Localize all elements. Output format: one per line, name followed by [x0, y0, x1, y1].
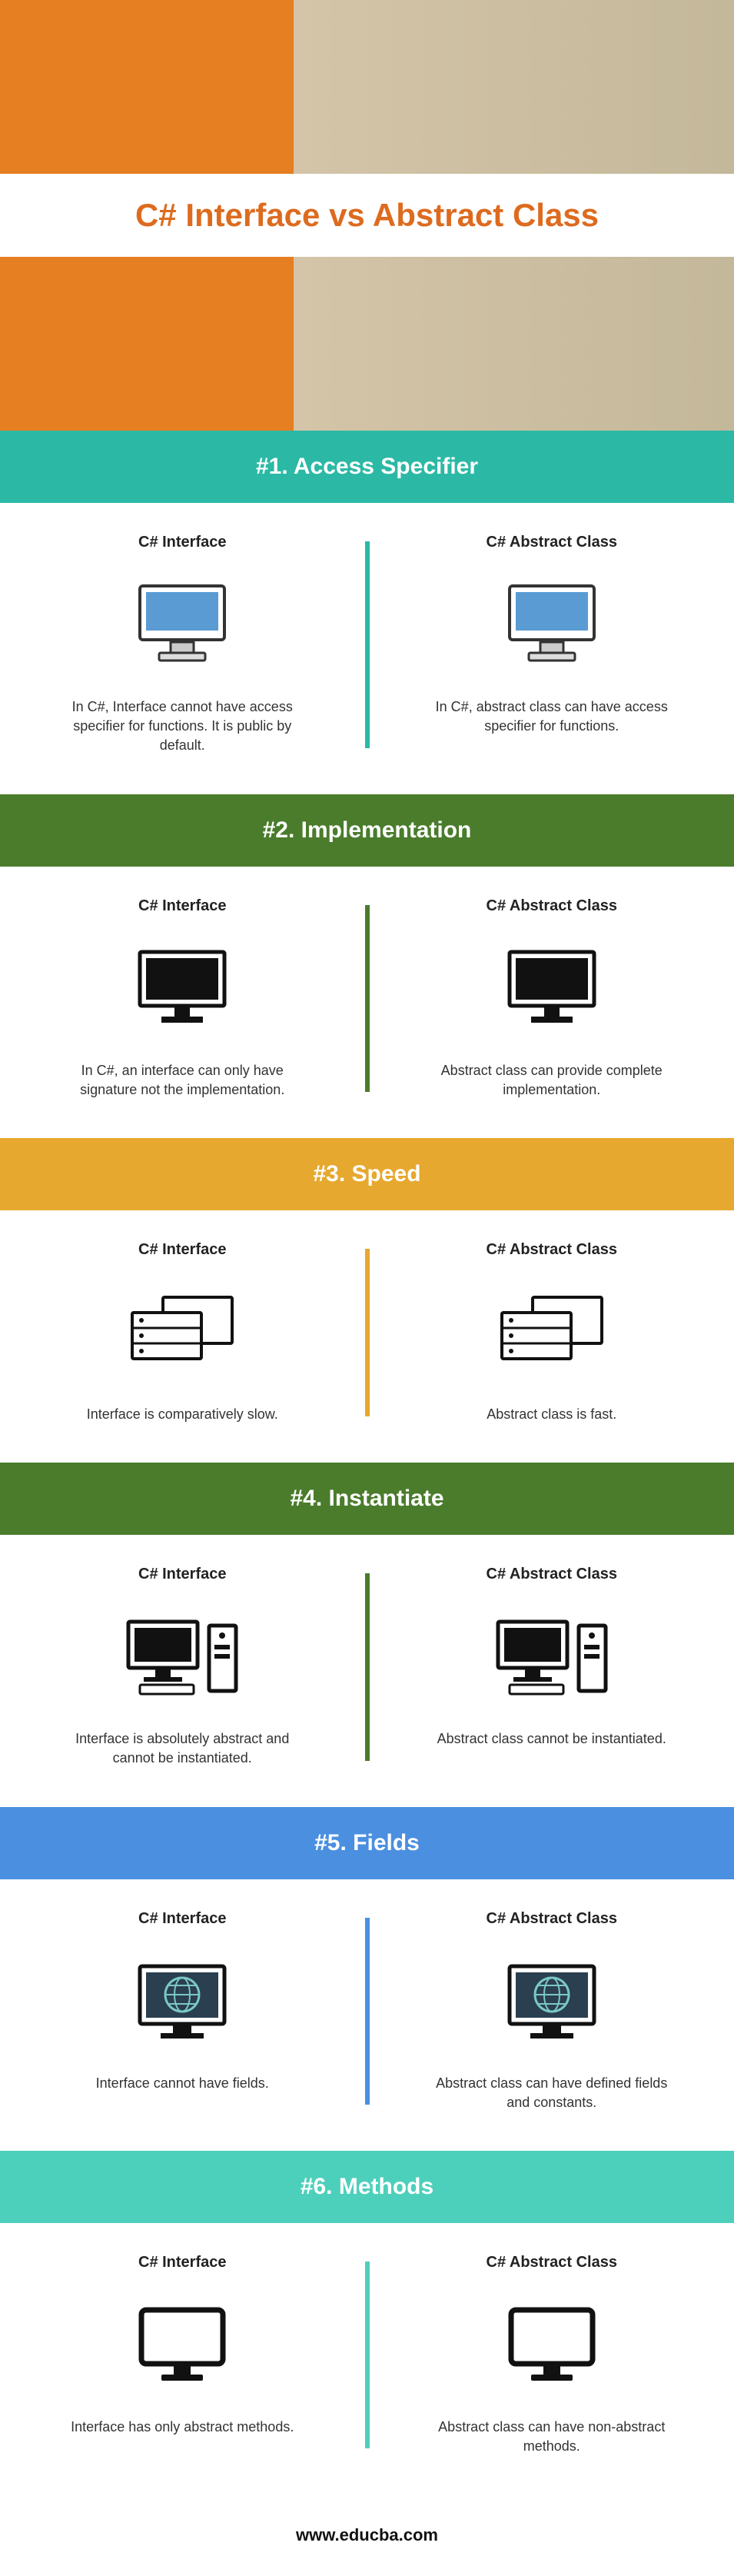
right-col-desc: Abstract class is fast. [429, 1405, 675, 1424]
right-column: C# Abstract Class Abstract class can pro… [370, 897, 734, 1100]
section-header: #4. Instantiate [0, 1463, 734, 1535]
section-header: #6. Methods [0, 2151, 734, 2223]
section-header: #2. Implementation [0, 794, 734, 867]
right-col-desc: In C#, abstract class can have access sp… [429, 697, 675, 736]
computer-icon [408, 574, 696, 674]
hero-banner: C# Interface vs Abstract Class [0, 0, 734, 431]
compare-row: C# Interface Interface has only abstract… [0, 2223, 734, 2494]
computer-icon [38, 1606, 327, 1706]
hero-title-strip: C# Interface vs Abstract Class [0, 174, 734, 257]
computer-icon [38, 574, 327, 674]
right-col-desc: Abstract class can have non-abstract met… [429, 2418, 675, 2456]
right-column: C# Abstract Class In C#, abstract class … [370, 534, 734, 756]
left-column: C# Interface In C#, an interface can onl… [0, 897, 365, 1100]
left-col-desc: In C#, Interface cannot have access spec… [59, 697, 305, 756]
computer-icon [408, 1606, 696, 1706]
left-col-desc: Interface is absolutely abstract and can… [59, 1729, 305, 1768]
left-col-title: C# Interface [38, 2254, 327, 2271]
compare-row: C# Interface In C#, an interface can onl… [0, 867, 734, 1138]
computer-icon [408, 2295, 696, 2395]
computer-icon [38, 2295, 327, 2395]
left-col-desc: Interface has only abstract methods. [59, 2418, 305, 2437]
right-col-title: C# Abstract Class [408, 1566, 696, 1583]
compare-row: C# Interface Interface is comparatively … [0, 1210, 734, 1463]
left-col-desc: In C#, an interface can only have signat… [59, 1061, 305, 1100]
computer-icon [408, 1282, 696, 1382]
right-col-title: C# Abstract Class [408, 897, 696, 915]
right-col-title: C# Abstract Class [408, 1241, 696, 1259]
computer-icon [408, 938, 696, 1038]
page-title: C# Interface vs Abstract Class [31, 197, 703, 234]
left-col-title: C# Interface [38, 1566, 327, 1583]
right-column: C# Abstract Class Abstract class cannot … [370, 1566, 734, 1768]
right-col-desc: Abstract class can have defined fields a… [429, 2074, 675, 2112]
right-col-title: C# Abstract Class [408, 2254, 696, 2271]
section-header: #3. Speed [0, 1138, 734, 1210]
left-col-desc: Interface cannot have fields. [59, 2074, 305, 2093]
left-column: C# Interface Interface cannot have field… [0, 1910, 365, 2112]
left-col-title: C# Interface [38, 1241, 327, 1259]
compare-row: C# Interface In C#, Interface cannot hav… [0, 503, 734, 794]
right-col-title: C# Abstract Class [408, 534, 696, 551]
section-header: #5. Fields [0, 1807, 734, 1879]
left-column: C# Interface Interface is comparatively … [0, 1241, 365, 1424]
left-column: C# Interface In C#, Interface cannot hav… [0, 534, 365, 756]
computer-icon [408, 1951, 696, 2051]
left-column: C# Interface Interface is absolutely abs… [0, 1566, 365, 1768]
computer-icon [38, 938, 327, 1038]
right-col-desc: Abstract class cannot be instantiated. [429, 1729, 675, 1749]
left-col-title: C# Interface [38, 534, 327, 551]
left-col-title: C# Interface [38, 1910, 327, 1928]
left-col-desc: Interface is comparatively slow. [59, 1405, 305, 1424]
right-col-desc: Abstract class can provide complete impl… [429, 1061, 675, 1100]
right-col-title: C# Abstract Class [408, 1910, 696, 1928]
footer-url: www.educba.com [296, 2525, 438, 2544]
compare-row: C# Interface Interface is absolutely abs… [0, 1535, 734, 1806]
footer: www.educba.com [0, 2494, 734, 2576]
left-column: C# Interface Interface has only abstract… [0, 2254, 365, 2456]
right-column: C# Abstract Class Abstract class is fast… [370, 1241, 734, 1424]
right-column: C# Abstract Class Abstract class can hav… [370, 2254, 734, 2456]
computer-icon [38, 1282, 327, 1382]
infographic-container: C# Interface vs Abstract Class #1. Acces… [0, 0, 734, 2576]
computer-icon [38, 1951, 327, 2051]
section-header: #1. Access Specifier [0, 431, 734, 503]
right-column: C# Abstract Class Abstract class can hav… [370, 1910, 734, 2112]
left-col-title: C# Interface [38, 897, 327, 915]
compare-row: C# Interface Interface cannot have field… [0, 1879, 734, 2151]
